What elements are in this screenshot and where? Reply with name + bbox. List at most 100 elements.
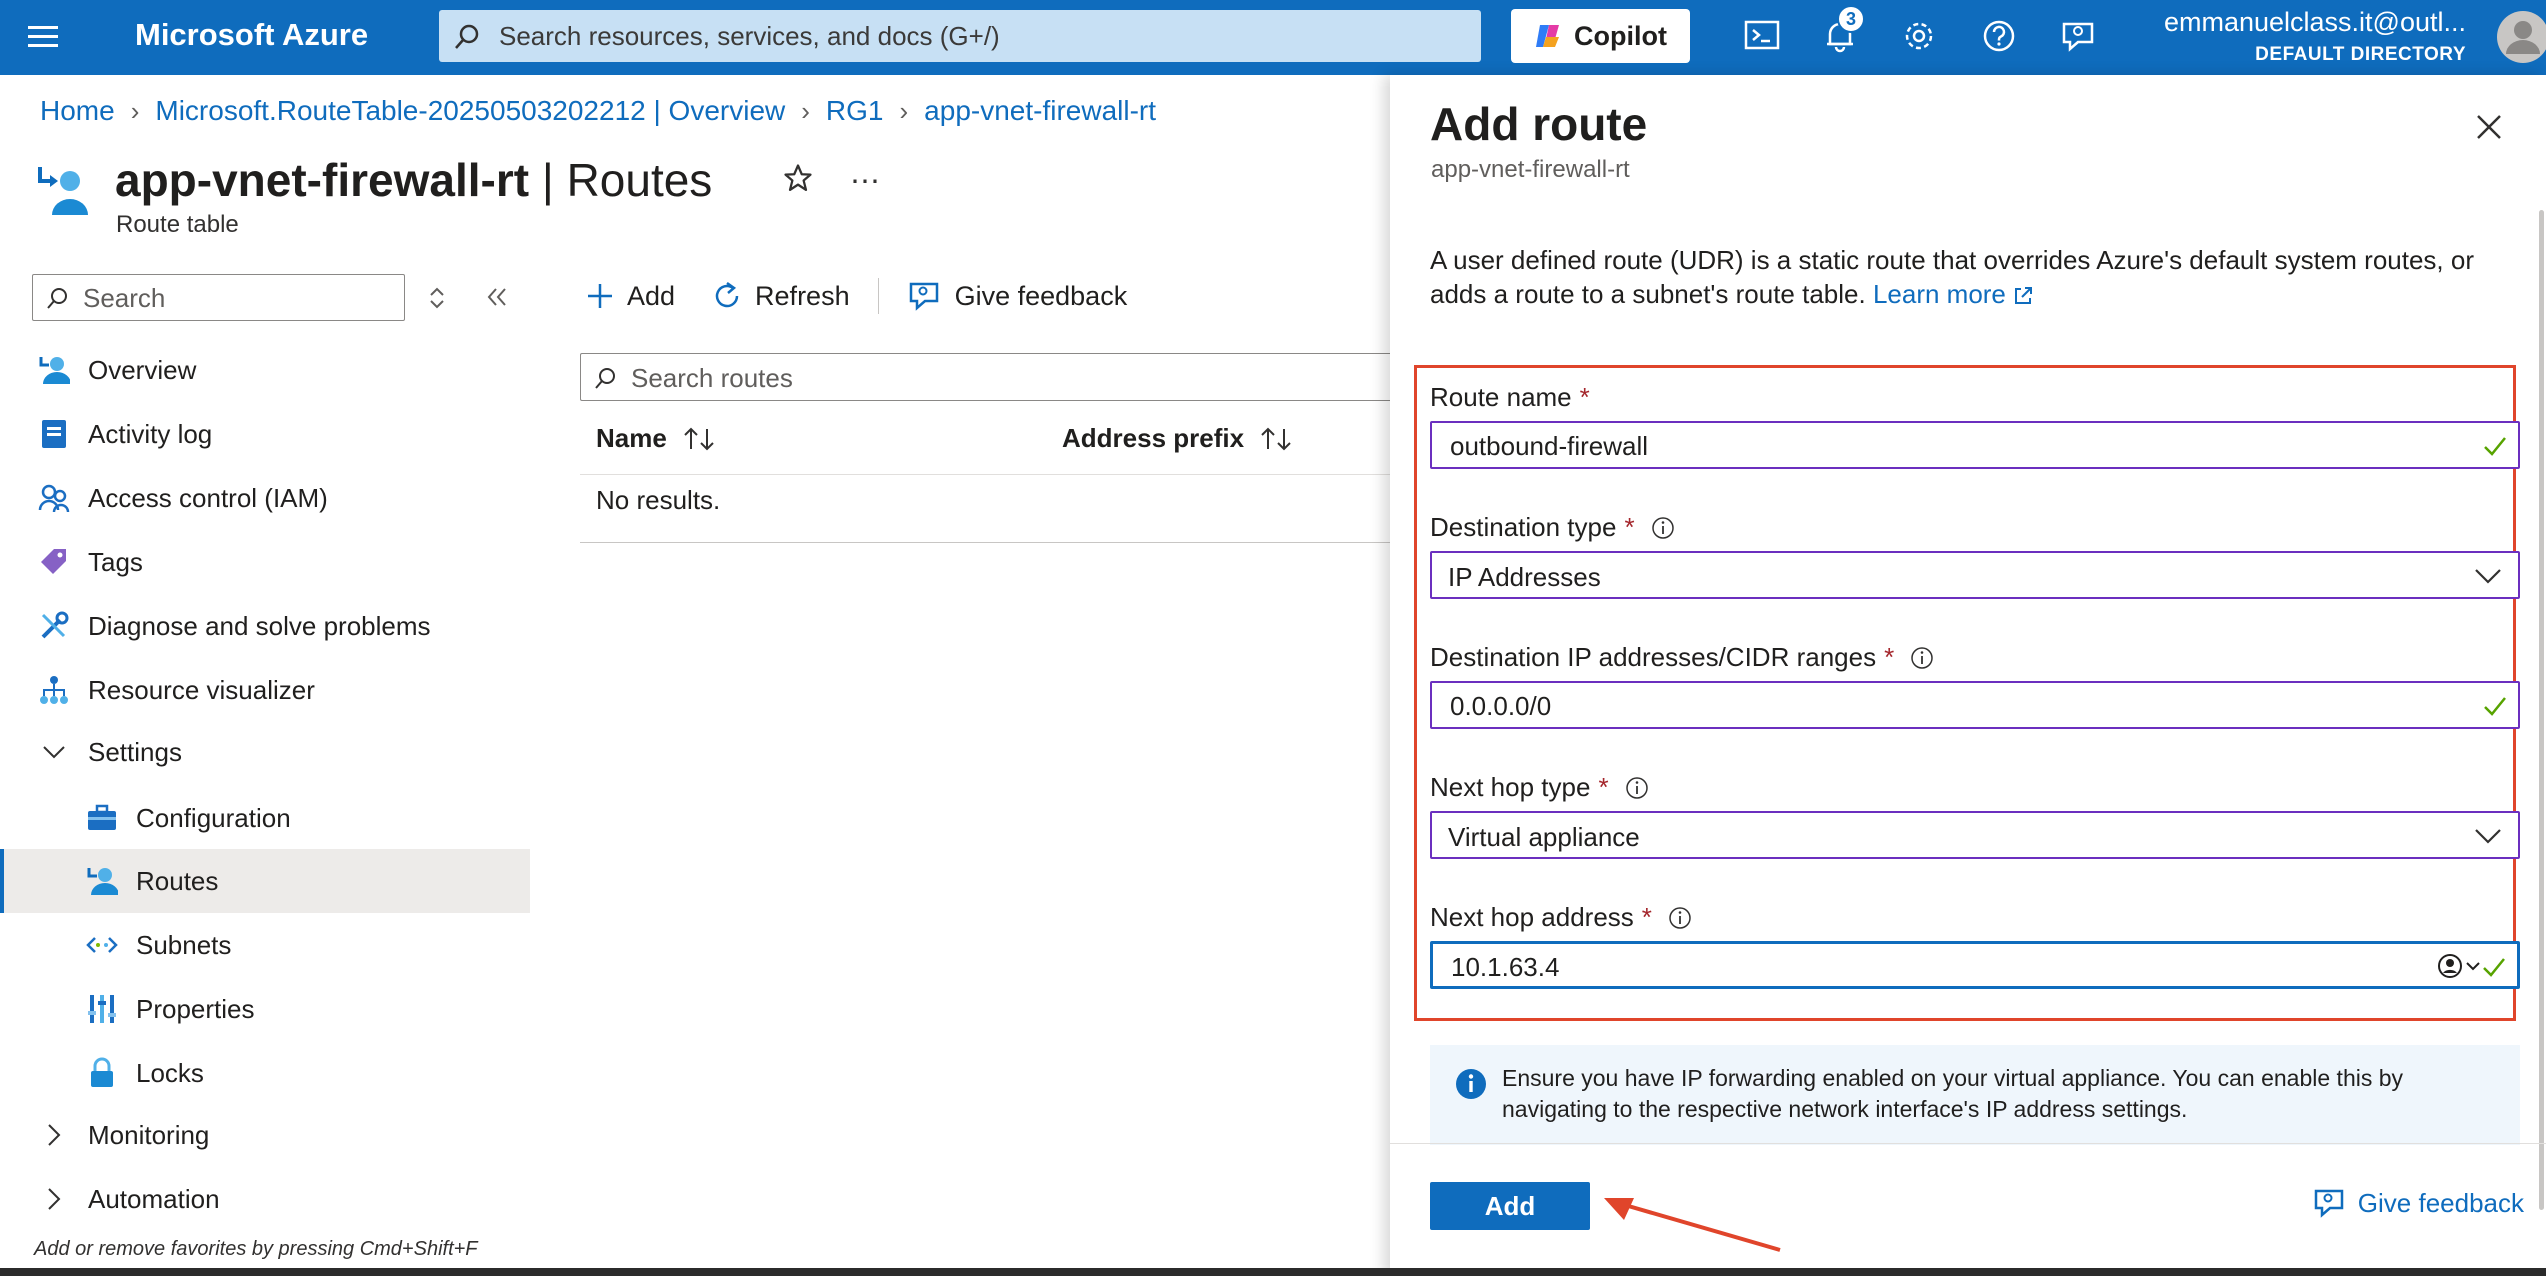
autofill-menu[interactable] [2437,953,2481,979]
cloud-shell-icon[interactable] [1744,18,1784,58]
destination-type-label: Destination type * [1430,512,1675,543]
global-search[interactable] [439,10,1481,62]
destination-type-select[interactable]: IP Addresses [1430,551,2520,599]
destination-type-value: IP Addresses [1448,562,1601,592]
annotation-arrow [1600,1190,1790,1260]
empty-text: No results. [596,485,721,515]
user-account[interactable]: emmanuelclass.it@outl... DEFAULT DIRECTO… [2164,7,2466,66]
activity-log-icon [38,418,70,450]
sidebar-item-diagnose[interactable]: Diagnose and solve problems [0,594,530,658]
page-title-section: Routes [566,154,713,206]
sidebar-item-activity-log[interactable]: Activity log [0,402,530,466]
global-search-input[interactable] [497,18,1457,54]
page-subtitle: Route table [116,211,239,238]
route-name-input[interactable] [1448,430,2408,462]
refresh-label: Refresh [755,280,850,311]
help-icon[interactable] [1981,18,2021,58]
next-hop-type-select[interactable]: Virtual appliance [1430,811,2520,859]
sidebar-group-monitoring[interactable]: Monitoring [0,1103,530,1167]
chevron-right-icon: › [899,95,909,126]
learn-more-link[interactable]: Learn more [1873,279,2006,309]
avatar[interactable] [2497,8,2546,66]
search-icon [453,23,481,51]
give-feedback-button[interactable]: Give feedback [909,280,1127,312]
search-icon [45,286,69,310]
info-icon[interactable] [1668,906,1692,930]
collapse-menu-icon[interactable] [484,284,510,310]
routes-table-header: Name Address prefix [580,415,1400,475]
brand-title[interactable]: Microsoft Azure [135,17,368,53]
add-route-button[interactable]: Add [585,281,675,312]
sidebar-item-tags[interactable]: Tags [0,530,530,594]
close-icon[interactable] [2474,112,2504,142]
more-options-icon[interactable]: ⋯ [850,164,882,199]
sidebar-item-resource-visualizer[interactable]: Resource visualizer [0,658,530,722]
destination-ips-label: Destination IP addresses/CIDR ranges * [1430,642,1934,673]
label-text: Destination IP addresses/CIDR ranges [1430,642,1877,672]
sidebar-item-overview[interactable]: Overview [0,338,530,402]
breadcrumb-route-table[interactable]: app-vnet-firewall-rt [924,95,1156,127]
info-icon[interactable] [1651,516,1675,540]
user-email: emmanuelclass.it@outl... [2163,7,2466,37]
label-text: Route name [1430,382,1572,412]
chevron-down-icon [2465,960,2481,972]
route-name-field[interactable] [1430,421,2520,469]
panel-give-feedback-link[interactable]: Give feedback [2314,1187,2524,1219]
breadcrumb-routetable-overview[interactable]: Microsoft.RouteTable-20250503202212 | Ov… [155,95,785,127]
routes-search-input[interactable] [629,361,1369,395]
chevron-right-icon: › [130,95,140,126]
panel-scrollbar[interactable] [2539,210,2544,1210]
required-mark: * [1624,512,1635,542]
expand-collapse-icon[interactable] [426,285,448,311]
page-title: app-vnet-firewall-rt | Routes [115,153,712,207]
destination-ips-field[interactable] [1430,681,2520,729]
add-button[interactable]: Add [1430,1182,1590,1230]
required-mark: * [1641,902,1652,932]
visualizer-icon [38,674,70,706]
page-title-separator: | [541,154,554,206]
sidebar-item-configuration[interactable]: Configuration [0,786,530,850]
toolbar-divider [877,278,879,314]
hamburger-menu-icon[interactable] [28,22,64,52]
routes-search[interactable] [580,353,1400,401]
copilot-button[interactable]: Copilot [1511,9,1690,63]
sort-icon [1258,425,1294,453]
column-header-address-prefix[interactable]: Address prefix [1062,423,1294,454]
refresh-button[interactable]: Refresh [711,280,850,312]
panel-description: A user defined route (UDR) is a static r… [1430,243,2500,311]
properties-icon [86,993,118,1025]
footer-divider [1390,1143,2546,1144]
info-icon[interactable] [1625,776,1649,800]
sidebar-group-automation[interactable]: Automation [0,1167,530,1231]
screen-edge [0,1268,2546,1276]
favorite-star-icon[interactable] [783,163,813,193]
sidebar-item-iam[interactable]: Access control (IAM) [0,466,530,530]
chevron-right-icon [38,1119,70,1151]
column-header-name[interactable]: Name [596,423,717,454]
sidebar-item-label: Activity log [88,418,213,449]
next-hop-address-input[interactable] [1449,951,2409,983]
nav-search-input[interactable] [81,281,391,315]
sidebar-item-subnets[interactable]: Subnets [0,913,530,977]
search-icon [593,366,617,390]
destination-ips-input[interactable] [1448,690,2408,722]
sidebar-item-properties[interactable]: Properties [0,977,530,1041]
column-header-label: Address prefix [1062,423,1245,453]
feedback-icon[interactable] [2060,18,2100,58]
next-hop-type-value: Virtual appliance [1448,822,1640,852]
info-icon[interactable] [1910,646,1934,670]
nav-search[interactable] [32,274,405,321]
info-text: Ensure you have IP forwarding enabled on… [1502,1065,2404,1122]
route-table-icon [36,165,92,219]
external-link-icon[interactable] [2012,285,2034,307]
sidebar-item-routes[interactable]: Routes [0,849,530,913]
copilot-icon [1534,21,1564,51]
settings-gear-icon[interactable] [1901,18,1941,58]
sidebar-item-locks[interactable]: Locks [0,1041,530,1105]
breadcrumb-home[interactable]: Home [40,95,115,127]
sidebar-group-settings[interactable]: Settings [0,720,530,784]
breadcrumb-rg1[interactable]: RG1 [826,95,884,127]
sidebar-item-label: Routes [136,865,219,896]
next-hop-address-field[interactable] [1430,941,2520,989]
label-text: Next hop address [1430,902,1634,932]
